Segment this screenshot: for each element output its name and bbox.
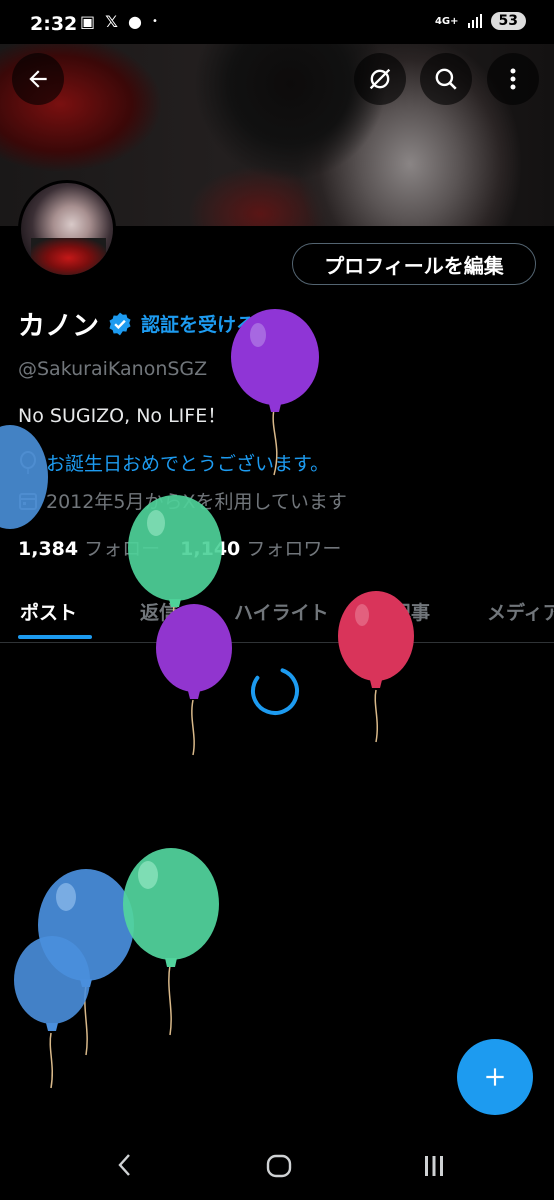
birthday-text[interactable]: お誕生日おめでとうございます。	[46, 449, 329, 476]
screenshot-icon: ▣	[80, 12, 96, 31]
signal-icon	[467, 14, 482, 28]
followers-count: 1,140	[180, 538, 241, 560]
nav-back-icon[interactable]	[114, 1152, 136, 1178]
balloon-green-mid	[128, 495, 222, 673]
calendar-icon	[19, 492, 37, 510]
nav-home-icon[interactable]	[266, 1154, 292, 1178]
balloon-green-bottom	[123, 848, 219, 1036]
display-name: カノン	[18, 311, 99, 342]
loading-spinner	[251, 667, 299, 715]
followers-link[interactable]: 1,140 フォロワー	[180, 534, 341, 561]
dot-icon: •	[151, 16, 158, 27]
more-vertical-icon	[510, 68, 516, 90]
network-type: 4G+	[434, 15, 459, 27]
tab-media[interactable]: メディア	[487, 598, 554, 625]
active-tab-indicator	[18, 635, 92, 639]
search-icon	[435, 68, 457, 90]
back-arrow-icon	[29, 70, 47, 88]
more-button[interactable]	[487, 53, 539, 105]
balloon-blue-bottom-small	[14, 936, 90, 1089]
following-count: 1,384	[18, 538, 79, 560]
status-time: 2:32	[30, 13, 78, 35]
follow-stats: 1,384 フォロー 1,140 フォロワー	[18, 534, 341, 561]
tab-articles[interactable]: 記事	[392, 598, 430, 625]
following-label: フォロー	[84, 538, 161, 560]
notification-icons: ▣ 𝕏 ● •	[80, 12, 158, 31]
back-button[interactable]	[12, 53, 64, 105]
name-row: カノン 認証を受ける	[18, 304, 255, 343]
balloon-icon	[20, 450, 36, 474]
status-right: 4G+ 53	[435, 12, 526, 30]
joined-row: 2012年5月からXを利用しています	[18, 487, 347, 514]
tab-posts[interactable]: ポスト	[20, 598, 77, 625]
profile-tabs: ポスト 返信 ハイライト 記事 メディア	[0, 590, 554, 643]
get-verified-link[interactable]: 認証を受ける	[141, 310, 255, 337]
avatar[interactable]	[18, 180, 116, 278]
verified-badge-icon	[109, 312, 131, 335]
following-link[interactable]: 1,384 フォロー	[18, 534, 160, 561]
edit-profile-button[interactable]: プロフィールを編集	[292, 243, 536, 285]
joined-text: 2012年5月からXを利用しています	[46, 491, 347, 513]
tab-highlights[interactable]: ハイライト	[234, 598, 329, 625]
search-button[interactable]	[420, 53, 472, 105]
birthday-row: お誕生日おめでとうございます。	[18, 449, 329, 476]
system-nav-bar	[0, 1140, 554, 1200]
nav-recents-icon[interactable]	[423, 1155, 445, 1177]
mute-sync-button[interactable]	[354, 53, 406, 105]
x-logo-icon: 𝕏	[105, 12, 119, 31]
battery-indicator: 53	[490, 12, 526, 30]
plus-icon	[486, 1068, 504, 1086]
balloon-blue-bottom-large	[38, 869, 134, 1056]
no-sync-icon	[369, 68, 391, 90]
tab-replies[interactable]: 返信	[140, 598, 178, 625]
bio: No SUGIZO, No LIFE！	[18, 405, 227, 427]
cat-icon: ●	[128, 12, 142, 31]
status-bar: 2:32 ▣ 𝕏 ● • 4G+ 53	[0, 0, 554, 44]
handle: @SakuraiKanonSGZ	[18, 358, 208, 380]
battery-level: 53	[498, 13, 518, 29]
followers-label: フォロワー	[246, 538, 342, 560]
avatar-photo	[31, 238, 106, 275]
compose-button[interactable]	[457, 1039, 533, 1115]
